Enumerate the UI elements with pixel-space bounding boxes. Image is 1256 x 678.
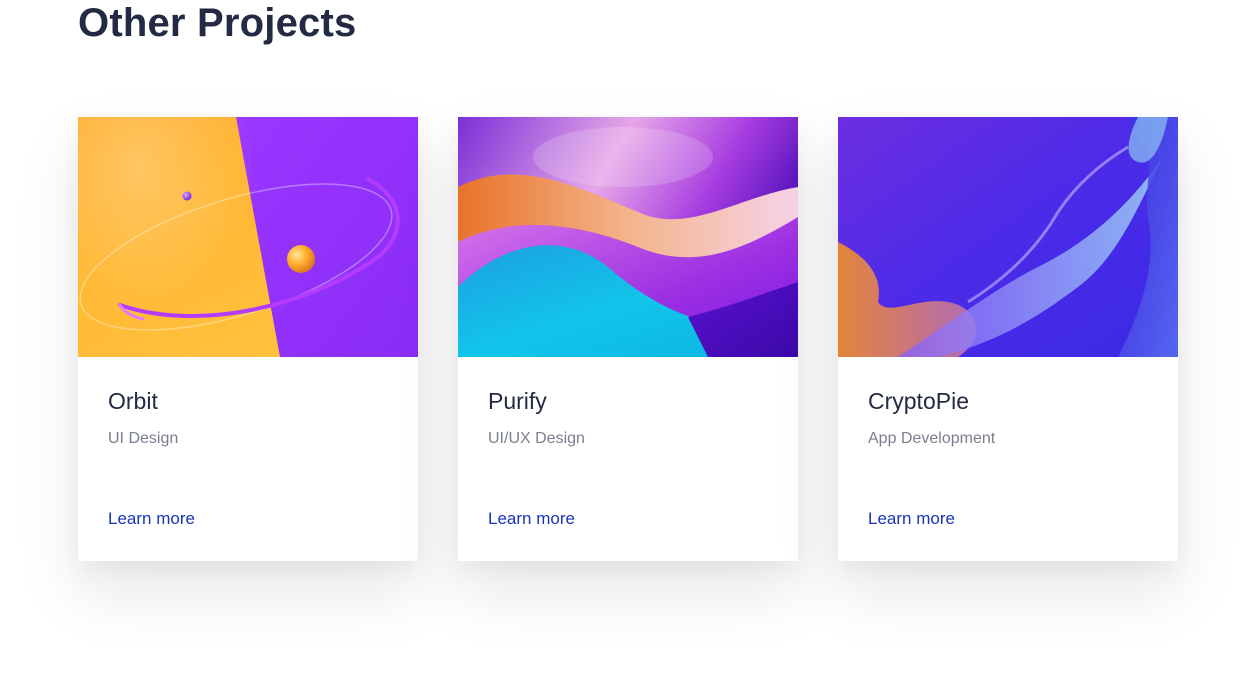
project-image-purify[interactable] bbox=[458, 117, 798, 357]
project-title: Orbit bbox=[108, 388, 158, 414]
learn-more-link[interactable]: Learn more bbox=[868, 508, 955, 530]
other-projects-section: Other Projects Orbit UI Design Learn mor… bbox=[0, 0, 1256, 678]
project-title: Purify bbox=[488, 388, 547, 414]
project-image-orbit[interactable] bbox=[78, 117, 418, 357]
section-title: Other Projects bbox=[78, 1, 357, 45]
project-title: CryptoPie bbox=[868, 388, 969, 414]
project-card-orbit[interactable]: Orbit UI Design Learn more bbox=[78, 117, 418, 561]
project-category: UI/UX Design bbox=[488, 430, 585, 447]
project-card-cryptopie[interactable]: CryptoPie App Development Learn more bbox=[838, 117, 1178, 561]
project-image-cryptopie[interactable] bbox=[838, 117, 1178, 357]
project-card-purify[interactable]: Purify UI/UX Design Learn more bbox=[458, 117, 798, 561]
learn-more-link[interactable]: Learn more bbox=[488, 508, 575, 530]
project-category: App Development bbox=[868, 430, 996, 447]
project-category: UI Design bbox=[108, 430, 179, 447]
learn-more-link[interactable]: Learn more bbox=[108, 508, 195, 530]
